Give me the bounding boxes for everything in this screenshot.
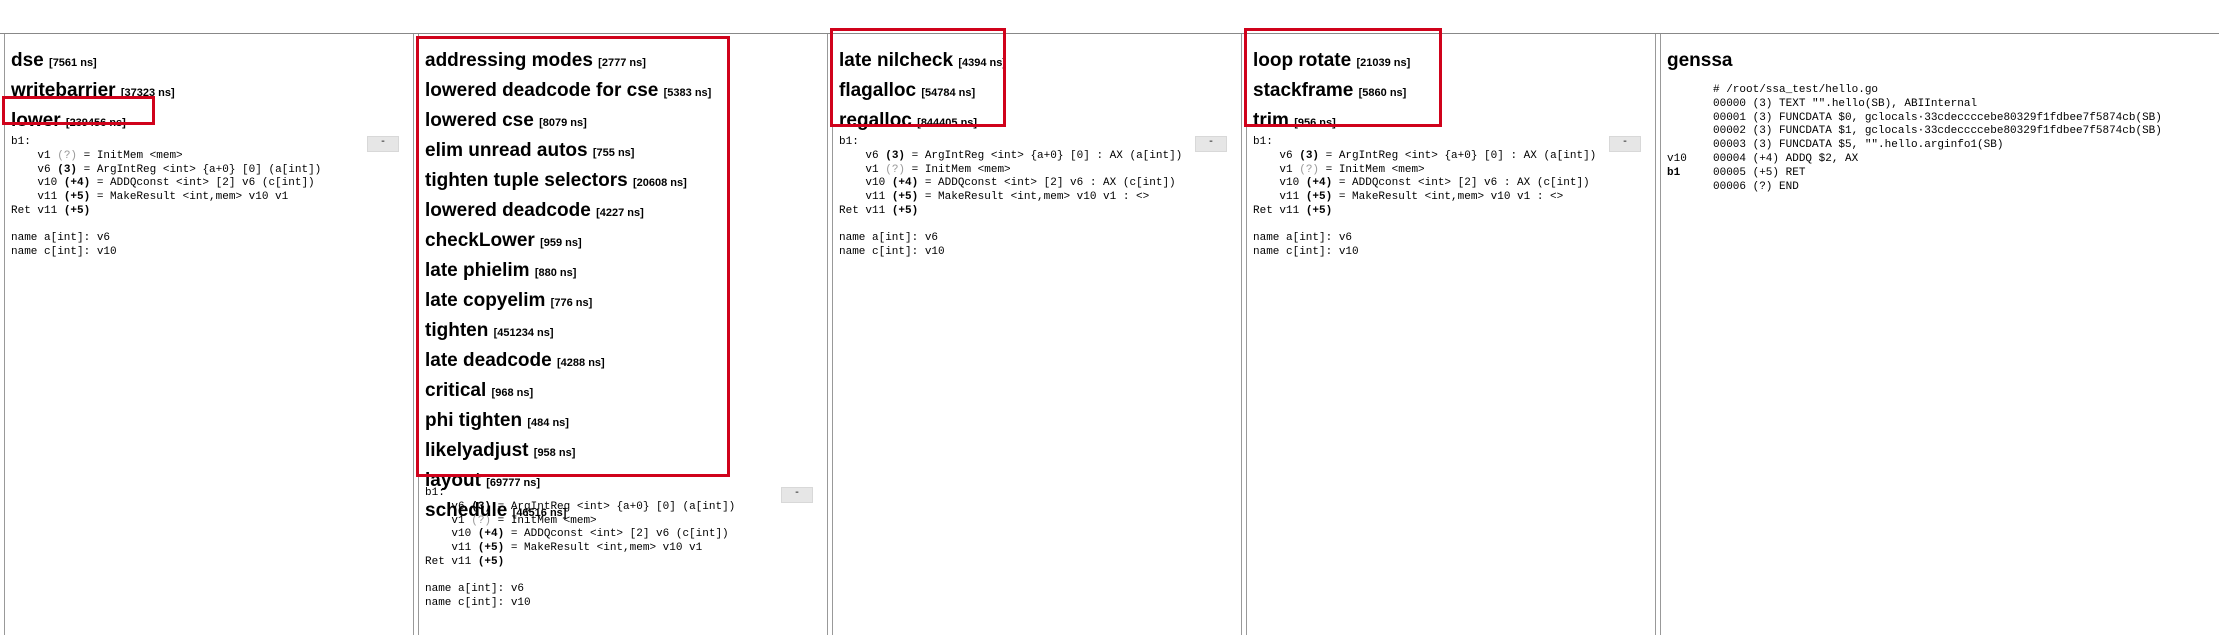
pass-item[interactable]: lowered cse [8079 ns] bbox=[425, 107, 821, 137]
genssa-listing: # /root/ssa_test/hello.go 00000 (3) TEXT… bbox=[1667, 84, 2213, 194]
value-line[interactable]: v1 (?) = InitMem <mem> bbox=[1253, 164, 1649, 178]
name-line: name c[int]: v10 bbox=[11, 245, 117, 258]
pass-item[interactable]: late phielim [880 ns] bbox=[425, 257, 821, 287]
top-bar bbox=[0, 0, 2219, 34]
column-4: loop rotate [21039 ns] stackframe [5860 … bbox=[1244, 28, 1656, 635]
pass-item[interactable]: lowered deadcode for cse [5383 ns] bbox=[425, 77, 821, 107]
pass-item[interactable]: addressing modes [2777 ns] bbox=[425, 47, 821, 77]
block-label[interactable]: b1: bbox=[11, 136, 407, 150]
pass-item[interactable]: dse [7561 ns] bbox=[11, 47, 407, 77]
asm-line[interactable]: 00000 (3) TEXT "".hello(SB), ABIInternal bbox=[1667, 98, 2213, 112]
pass-item[interactable]: lowered deadcode [4227 ns] bbox=[425, 197, 821, 227]
pass-item[interactable]: lower [239456 ns] bbox=[11, 107, 407, 137]
pass-item[interactable]: elim unread autos [755 ns] bbox=[425, 137, 821, 167]
column-2: addressing modes [2777 ns] lowered deadc… bbox=[416, 34, 828, 635]
name-line: name a[int]: v6 bbox=[11, 231, 111, 244]
column-3: late nilcheck [4394 ns] flagalloc [54784… bbox=[830, 28, 1242, 635]
pass-item[interactable]: phi tighten [484 ns] bbox=[425, 407, 821, 437]
ret-line[interactable]: Ret v11 (+5) bbox=[425, 556, 821, 570]
asm-line[interactable]: 00006 (?) END bbox=[1667, 181, 2213, 195]
asm-line[interactable]: # /root/ssa_test/hello.go bbox=[1667, 84, 2213, 98]
pass-item[interactable]: regalloc [844405 ns] bbox=[839, 107, 1235, 137]
value-line[interactable]: v10 (+4) = ADDQconst <int> [2] v6 (c[int… bbox=[425, 528, 821, 542]
pass-item[interactable]: checkLower [959 ns] bbox=[425, 227, 821, 257]
pass-item[interactable]: likelyadjust [958 ns] bbox=[425, 437, 821, 467]
pass-list: late nilcheck [4394 ns] flagalloc [54784… bbox=[839, 47, 1235, 137]
genssa-title[interactable]: genssa bbox=[1667, 47, 2213, 74]
column-genssa: genssa # /root/ssa_test/hello.go 00000 (… bbox=[1660, 34, 2219, 635]
pass-item[interactable]: tighten [451234 ns] bbox=[425, 317, 821, 347]
value-line[interactable]: v1 (?) = InitMem <mem> bbox=[425, 515, 821, 529]
value-line[interactable]: v1 (?) = InitMem <mem> bbox=[839, 164, 1235, 178]
value-line[interactable]: v10 (+4) = ADDQconst <int> [2] v6 : AX (… bbox=[1253, 177, 1649, 191]
column-1: dse [7561 ns] writebarrier [37323 ns] lo… bbox=[2, 34, 414, 635]
pass-item[interactable]: tighten tuple selectors [20608 ns] bbox=[425, 167, 821, 197]
name-line: name c[int]: v10 bbox=[425, 596, 531, 609]
value-line[interactable]: v11 (+5) = MakeResult <int,mem> v10 v1 :… bbox=[839, 191, 1235, 205]
block-label[interactable]: b1: bbox=[839, 136, 1235, 150]
asm-line[interactable]: 00001 (3) FUNCDATA $0, gclocals·33cdeccc… bbox=[1667, 112, 2213, 126]
name-line: name a[int]: v6 bbox=[839, 231, 939, 244]
ret-line[interactable]: Ret v11 (+5) bbox=[11, 205, 407, 219]
block-label[interactable]: b1: bbox=[1253, 136, 1649, 150]
pass-item[interactable]: trim [956 ns] bbox=[1253, 107, 1649, 137]
value-line[interactable]: v6 (3) = ArgIntReg <int> {a+0} [0] (a[in… bbox=[425, 501, 821, 515]
pass-item[interactable]: critical [968 ns] bbox=[425, 377, 821, 407]
value-line[interactable]: v10 (+4) = ADDQconst <int> [2] v6 (c[int… bbox=[11, 177, 407, 191]
pass-item[interactable]: loop rotate [21039 ns] bbox=[1253, 47, 1649, 77]
name-line: name a[int]: v6 bbox=[1253, 231, 1353, 244]
value-line[interactable]: v6 (3) = ArgIntReg <int> {a+0} [0] : AX … bbox=[839, 150, 1235, 164]
function-listing: b1: v6 (3) = ArgIntReg <int> {a+0} [0] :… bbox=[839, 136, 1235, 259]
asm-line[interactable]: 00003 (3) FUNCDATA $5, "".hello.arginfo1… bbox=[1667, 139, 2213, 153]
value-line[interactable]: v11 (+5) = MakeResult <int,mem> v10 v1 bbox=[425, 542, 821, 556]
function-listing: b1: v6 (3) = ArgIntReg <int> {a+0} [0] :… bbox=[1253, 136, 1649, 259]
ssa-columns: dse [7561 ns] writebarrier [37323 ns] lo… bbox=[0, 28, 2219, 635]
ret-line[interactable]: Ret v11 (+5) bbox=[839, 205, 1235, 219]
function-listing: b1: v6 (3) = ArgIntReg <int> {a+0} [0] (… bbox=[425, 487, 821, 610]
pass-item[interactable]: late deadcode [4288 ns] bbox=[425, 347, 821, 377]
pass-item[interactable]: flagalloc [54784 ns] bbox=[839, 77, 1235, 107]
pass-item[interactable]: writebarrier [37323 ns] bbox=[11, 77, 407, 107]
value-line[interactable]: v6 (3) = ArgIntReg <int> {a+0} [0] (a[in… bbox=[11, 164, 407, 178]
pass-item[interactable]: late copyelim [776 ns] bbox=[425, 287, 821, 317]
name-line: name a[int]: v6 bbox=[425, 582, 525, 595]
block-label[interactable]: b1: bbox=[425, 487, 821, 501]
pass-list: dse [7561 ns] writebarrier [37323 ns] lo… bbox=[11, 47, 407, 137]
pass-list: loop rotate [21039 ns] stackframe [5860 … bbox=[1253, 47, 1649, 137]
function-listing: b1: v1 (?) = InitMem <mem> v6 (3) = ArgI… bbox=[11, 136, 407, 259]
asm-line[interactable]: 00002 (3) FUNCDATA $1, gclocals·33cdeccc… bbox=[1667, 125, 2213, 139]
value-line[interactable]: v1 (?) = InitMem <mem> bbox=[11, 150, 407, 164]
asm-line[interactable]: v10 00004 (+4) ADDQ $2, AX bbox=[1667, 153, 2213, 167]
value-line[interactable]: v10 (+4) = ADDQconst <int> [2] v6 : AX (… bbox=[839, 177, 1235, 191]
value-line[interactable]: v6 (3) = ArgIntReg <int> {a+0} [0] : AX … bbox=[1253, 150, 1649, 164]
value-line[interactable]: v11 (+5) = MakeResult <int,mem> v10 v1 :… bbox=[1253, 191, 1649, 205]
pass-list: addressing modes [2777 ns] lowered deadc… bbox=[425, 47, 821, 527]
name-line: name c[int]: v10 bbox=[839, 245, 945, 258]
value-line[interactable]: v11 (+5) = MakeResult <int,mem> v10 v1 bbox=[11, 191, 407, 205]
pass-item[interactable]: late nilcheck [4394 ns] bbox=[839, 47, 1235, 77]
asm-line[interactable]: b1 00005 (+5) RET bbox=[1667, 167, 2213, 181]
name-line: name c[int]: v10 bbox=[1253, 245, 1359, 258]
pass-item[interactable]: stackframe [5860 ns] bbox=[1253, 77, 1649, 107]
ret-line[interactable]: Ret v11 (+5) bbox=[1253, 205, 1649, 219]
